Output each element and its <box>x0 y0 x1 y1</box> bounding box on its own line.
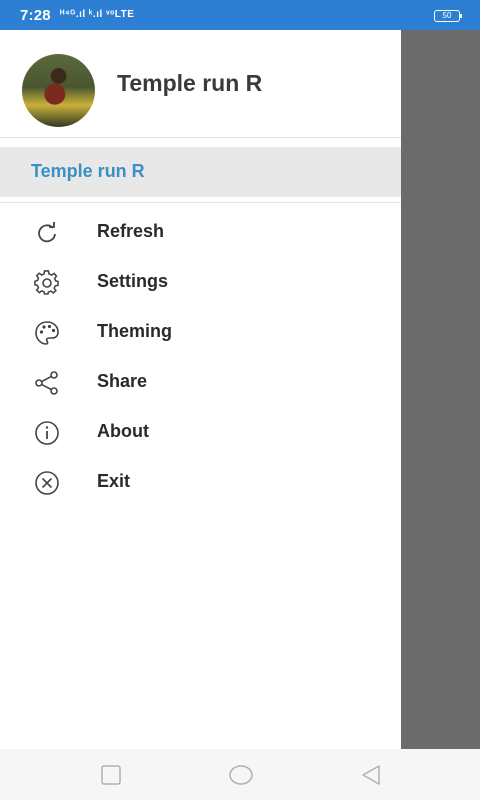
drawer-header: Temple run R <box>0 30 401 138</box>
menu-item-refresh[interactable]: Refresh <box>0 207 401 257</box>
recents-square-icon[interactable] <box>99 763 123 787</box>
back-triangle-icon[interactable] <box>359 763 383 787</box>
navigation-drawer: Temple run R Temple run R Refresh Settin… <box>0 30 401 749</box>
drawer-item-label: Temple run R <box>31 161 145 181</box>
avatar <box>22 54 95 127</box>
signal-indicators: ᴴ⁴ᴳ.ıl ᵏ.ıl ᵛᵒLTE <box>60 9 135 20</box>
menu-item-label: Exit <box>97 471 131 491</box>
battery-icon: 50 <box>434 10 462 22</box>
system-navigation-bar <box>0 749 480 800</box>
menu-item-label: Share <box>97 371 148 391</box>
drawer-header-title: Temple run R <box>117 70 263 96</box>
gear-icon <box>34 270 60 296</box>
drawer-item-temple-run[interactable]: Temple run R <box>0 147 401 197</box>
info-icon <box>34 420 60 446</box>
menu-item-label: Refresh <box>97 221 165 241</box>
menu-item-label: About <box>97 421 149 441</box>
refresh-icon <box>34 220 60 246</box>
menu-item-label: Settings <box>97 271 169 291</box>
menu-item-about[interactable]: About <box>0 407 401 457</box>
section-divider <box>0 202 401 203</box>
menu-item-share[interactable]: Share <box>0 357 401 407</box>
palette-icon <box>34 320 60 346</box>
menu-item-label: Theming <box>97 321 172 341</box>
drawer-scrim[interactable] <box>401 30 480 749</box>
menu-item-settings[interactable]: Settings <box>0 257 401 307</box>
menu-item-theming[interactable]: Theming <box>0 307 401 357</box>
close-circle-icon <box>34 470 60 496</box>
home-circle-icon[interactable] <box>228 763 253 787</box>
status-bar: 7:28 ᴴ⁴ᴳ.ıl ᵏ.ıl ᵛᵒLTE 50 <box>0 0 480 30</box>
share-icon <box>34 370 60 396</box>
status-time: 7:28 <box>20 7 51 24</box>
menu-item-exit[interactable]: Exit <box>0 457 401 507</box>
header-divider <box>0 137 401 138</box>
